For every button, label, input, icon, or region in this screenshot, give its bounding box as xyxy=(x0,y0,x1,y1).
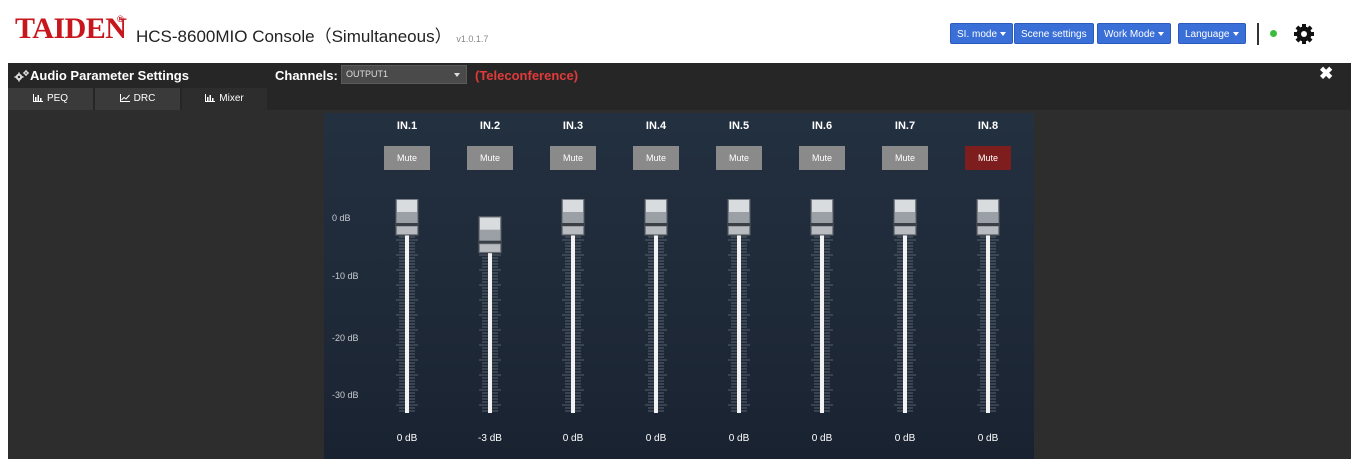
top-bar: TAIDEN ® HCS-8600MIO Console（Simultaneou… xyxy=(0,0,1359,63)
tab-drc[interactable]: DRC xyxy=(95,88,180,110)
scene-settings-button[interactable]: Scene settings xyxy=(1014,23,1094,44)
language-label: Language xyxy=(1185,29,1230,40)
si-mode-button[interactable]: SI. mode xyxy=(950,23,1014,44)
volume-fader[interactable] xyxy=(465,199,515,427)
fader-knob[interactable] xyxy=(810,199,834,236)
tab-mixer-label: Mixer xyxy=(219,93,244,104)
channel-level-value: 0 dB xyxy=(977,433,999,444)
channel-select-value: OUTPUT1 xyxy=(346,69,389,79)
fader-knob[interactable] xyxy=(644,199,668,236)
channel-name: IN.2 xyxy=(479,120,501,132)
tab-drc-label: DRC xyxy=(133,93,156,104)
mute-button[interactable]: Mute xyxy=(882,146,928,170)
channel-level-value: 0 dB xyxy=(728,433,750,444)
line-chart-icon xyxy=(119,94,130,103)
fader-track xyxy=(654,225,658,413)
fader-track xyxy=(571,225,575,413)
chevron-down-icon xyxy=(454,73,460,77)
channels-label: Channels: xyxy=(275,68,338,83)
tab-peq[interactable]: PEQ xyxy=(8,88,93,110)
mixer-panel: 0 dB -10 dB -20 dB -30 dB IN.1 Mute 0 dB IN… xyxy=(324,113,1034,459)
scale-label-minus20db: -20 dB xyxy=(332,333,359,343)
app-title: HCS-8600MIO Console（Simultaneous） v1.0.1… xyxy=(136,22,488,47)
mute-button[interactable]: Mute xyxy=(965,146,1011,170)
scale-label-minus10db: -10 dB xyxy=(332,271,359,281)
fader-knob[interactable] xyxy=(395,199,419,236)
chevron-down-icon xyxy=(1157,32,1164,37)
channel-level-value: 0 dB xyxy=(562,433,584,444)
channel-level-value: 0 dB xyxy=(811,433,833,444)
channel-level-value: 0 dB xyxy=(645,433,667,444)
bar-chart-icon xyxy=(205,94,216,103)
volume-fader[interactable] xyxy=(382,199,432,427)
app-title-text: HCS-8600MIO Console（Simultaneous） xyxy=(136,27,452,46)
audio-parameter-panel: Audio Parameter Settings Channels: OUTPU… xyxy=(8,63,1351,459)
fader-track xyxy=(405,225,409,413)
channel-name: IN.8 xyxy=(977,120,999,132)
channel-level-value: 0 dB xyxy=(396,433,418,444)
fader-track xyxy=(903,225,907,413)
mute-button[interactable]: Mute xyxy=(384,146,430,170)
volume-fader[interactable] xyxy=(797,199,847,427)
volume-fader[interactable] xyxy=(548,199,598,427)
volume-fader[interactable] xyxy=(963,199,1013,427)
taiden-logo: TAIDEN xyxy=(15,12,127,45)
channel-name: IN.6 xyxy=(811,120,833,132)
work-mode-button[interactable]: Work Mode xyxy=(1097,23,1171,44)
tab-mixer[interactable]: Mixer xyxy=(182,88,267,110)
language-button[interactable]: Language xyxy=(1178,23,1246,44)
volume-fader[interactable] xyxy=(631,199,681,427)
fader-track xyxy=(737,225,741,413)
app-version: v1.0.1.7 xyxy=(456,34,489,44)
fader-knob[interactable] xyxy=(893,199,917,236)
fader-track xyxy=(986,225,990,413)
close-icon[interactable]: ✖ xyxy=(1319,64,1333,84)
work-mode-label: Work Mode xyxy=(1104,29,1155,40)
cogs-icon xyxy=(14,70,29,82)
chevron-down-icon xyxy=(1000,32,1007,37)
fader-knob[interactable] xyxy=(727,199,751,236)
fader-knob[interactable] xyxy=(478,216,502,254)
volume-fader[interactable] xyxy=(714,199,764,427)
mute-button[interactable]: Mute xyxy=(799,146,845,170)
si-mode-label: SI. mode xyxy=(957,29,998,40)
channel-name: IN.4 xyxy=(645,120,667,132)
channel-name: IN.1 xyxy=(396,120,418,132)
scale-label-minus30db: -30 dB xyxy=(332,390,359,400)
toolbar-divider xyxy=(1257,23,1259,45)
tab-peq-label: PEQ xyxy=(46,93,69,104)
registered-mark: ® xyxy=(117,14,124,24)
panel-header: Audio Parameter Settings Channels: OUTPU… xyxy=(8,63,1351,88)
mute-button[interactable]: Mute xyxy=(716,146,762,170)
tab-bar: PEQ DRC Mixer xyxy=(8,88,1351,110)
fader-track xyxy=(820,225,824,413)
chevron-down-icon xyxy=(1232,32,1239,37)
channel-mode-label: (Teleconference) xyxy=(475,68,579,83)
volume-fader[interactable] xyxy=(880,199,930,427)
scene-settings-label: Scene settings xyxy=(1021,29,1087,40)
bar-chart-icon xyxy=(32,94,43,103)
channel-level-value: -3 dB xyxy=(478,433,502,444)
mute-button[interactable]: Mute xyxy=(550,146,596,170)
mute-button[interactable]: Mute xyxy=(467,146,513,170)
channel-name: IN.7 xyxy=(894,120,916,132)
channel-name: IN.5 xyxy=(728,120,750,132)
channel-level-value: 0 dB xyxy=(894,433,916,444)
fader-knob[interactable] xyxy=(976,199,1000,236)
panel-title: Audio Parameter Settings xyxy=(30,68,189,83)
channel-name: IN.3 xyxy=(562,120,584,132)
channel-select[interactable]: OUTPUT1 xyxy=(341,65,467,84)
scale-label-0db: 0 dB xyxy=(332,213,351,223)
status-indicator xyxy=(1270,30,1277,37)
mute-button[interactable]: Mute xyxy=(633,146,679,170)
gear-icon[interactable] xyxy=(1291,21,1317,47)
fader-knob[interactable] xyxy=(561,199,585,236)
